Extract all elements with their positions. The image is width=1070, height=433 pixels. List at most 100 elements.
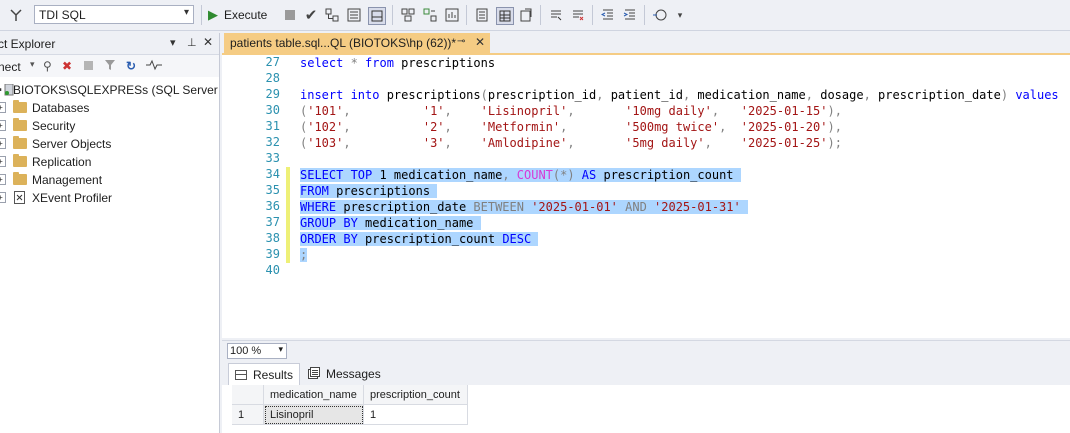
intellisense-icon[interactable] [422, 7, 438, 23]
folder-icon [13, 172, 27, 185]
expand-icon[interactable]: + [0, 138, 6, 149]
code-editor[interactable]: 27 28 29 30 31 32 33 34 35 36 37 38 39 4… [222, 55, 1070, 338]
line-number: 27 [265, 55, 280, 69]
pin-icon[interactable]: ⊥ [187, 36, 197, 49]
disconnect-icon[interactable]: ✖ [62, 59, 72, 73]
collapse-icon[interactable]: ▪ [0, 84, 2, 96]
tree-item-server-objects[interactable]: + Server Objects [0, 135, 219, 153]
toolbar-overflow-icon[interactable]: ▾ [672, 7, 688, 23]
line-number: 34 [265, 167, 280, 181]
pin-icon[interactable]: ⊸ [457, 36, 465, 47]
database-select[interactable]: TDI SQL ▾ [34, 5, 194, 24]
file-output-icon[interactable] [518, 7, 534, 23]
grid-corner[interactable] [232, 385, 264, 405]
folder-icon [13, 136, 27, 149]
line-number: 40 [265, 263, 280, 277]
code-line[interactable]: ('102', '2', 'Metformin', '500mg twice',… [300, 119, 842, 135]
tab-results[interactable]: Results [228, 363, 301, 386]
folder-icon [13, 100, 27, 113]
line-number-gutter: 27 28 29 30 31 32 33 34 35 36 37 38 39 4… [222, 55, 297, 338]
tree-item-replication[interactable]: + Replication [0, 153, 219, 171]
line-number: 29 [265, 87, 280, 101]
tree-item-label: Databases [32, 101, 90, 115]
tree-item-label: Server Objects [32, 137, 112, 151]
row-number[interactable]: 1 [232, 405, 264, 425]
stop-icon[interactable] [84, 59, 93, 73]
close-icon[interactable]: ✕ [475, 35, 485, 49]
code-line[interactable]: ('101', '1', 'Lisinopril', '10mg daily',… [300, 103, 842, 119]
code-line[interactable]: insert into prescriptions(prescription_i… [300, 87, 1059, 103]
line-number: 35 [265, 183, 280, 197]
sql-tools-icon[interactable] [8, 7, 24, 23]
dropdown-icon[interactable]: ▾ [170, 36, 176, 49]
code-line[interactable]: SELECT TOP 1 medication_name, COUNT(*) A… [300, 167, 741, 183]
execute-button[interactable]: ▶ Execute [208, 6, 267, 24]
filter-icon[interactable] [104, 59, 116, 74]
uncomment-icon[interactable] [570, 7, 586, 23]
close-icon[interactable]: ✕ [203, 35, 213, 49]
zoom-select[interactable]: 100 % ▾ [227, 343, 287, 359]
object-explorer-toolbar: nect ▾ ⚲ ✖ ↻ [0, 55, 219, 77]
code-line[interactable]: FROM prescriptions [300, 183, 438, 199]
play-icon: ▶ [208, 7, 218, 22]
outdent-icon[interactable] [600, 7, 616, 23]
expand-icon[interactable]: + [0, 192, 6, 203]
line-number: 38 [265, 231, 280, 245]
tree-item-management[interactable]: + Management [0, 171, 219, 189]
stop-icon[interactable] [282, 7, 298, 23]
code-line[interactable]: ; [300, 247, 308, 263]
tree-item-label: Security [32, 119, 76, 133]
column-header[interactable]: prescription_count [364, 385, 468, 405]
refresh-icon[interactable]: ↻ [126, 59, 136, 73]
specify-values-icon[interactable] [652, 7, 668, 23]
tree-item-label: Management [32, 173, 103, 187]
tree-item-xevent-profiler[interactable]: + XEvent Profiler [0, 189, 219, 207]
expand-icon[interactable]: + [0, 120, 6, 131]
tree-item-label: XEvent Profiler [32, 191, 113, 205]
code-line[interactable]: ORDER BY prescription_count DESC [300, 231, 539, 247]
execute-label: Execute [224, 8, 268, 22]
line-number: 36 [265, 199, 280, 213]
results-to-text-icon[interactable] [346, 7, 362, 23]
chevron-down-icon[interactable]: ▾ [30, 59, 35, 70]
results-to-grid-icon[interactable] [368, 7, 386, 25]
code-line[interactable]: WHERE prescription_date BETWEEN '2025-01… [300, 199, 748, 215]
connect-plug-icon[interactable]: ⚲ [43, 59, 52, 73]
tab-messages-label: Messages [326, 367, 381, 381]
tab-query-editor[interactable]: patients table.sql...QL (BIOTOKS\hp (62)… [224, 33, 490, 53]
line-number: 28 [265, 71, 280, 85]
activity-monitor-icon[interactable] [146, 59, 162, 74]
tree-item-security[interactable]: + Security [0, 117, 219, 135]
tree-item-server[interactable]: ▪ BIOTOKS\SQLEXPRESs (SQL Server 16.0 [0, 81, 244, 99]
code-line[interactable]: select * from prescriptions [300, 55, 495, 71]
expand-icon[interactable]: + [0, 174, 6, 185]
live-stats-icon[interactable] [444, 7, 460, 23]
display-plan-icon[interactable] [324, 7, 340, 23]
tree-item-databases[interactable]: + Databases [0, 99, 219, 117]
expand-icon[interactable]: + [0, 156, 6, 167]
chevron-down-icon: ▾ [183, 7, 189, 18]
code-line[interactable]: ('103', '3', 'Amlodipine', '5mg daily', … [300, 135, 842, 151]
grid-icon [235, 370, 247, 380]
tab-messages[interactable]: Messages [302, 363, 387, 385]
line-number: 39 [265, 247, 280, 261]
folder-icon [13, 118, 27, 131]
query-options-icon[interactable] [400, 7, 416, 23]
comment-icon[interactable] [548, 7, 564, 23]
code-line[interactable]: GROUP BY medication_name [300, 215, 481, 231]
chevron-down-icon: ▾ [278, 344, 283, 354]
zoom-value: 100 % [230, 345, 262, 357]
expand-icon[interactable]: + [0, 102, 6, 113]
indent-icon[interactable] [622, 7, 638, 23]
grid-cell[interactable]: Lisinopril [264, 405, 364, 425]
grid-mode-icon[interactable] [496, 7, 514, 25]
results-grid: medication_name prescription_count 1 Lis… [222, 385, 1070, 433]
parse-check-icon[interactable]: ✔ [303, 7, 319, 24]
profiler-icon [14, 191, 25, 207]
object-explorer-panel: ct Explorer ▾ ⊥ ✕ nect ▾ ⚲ ✖ ↻ ▪ BIOTOKS… [0, 33, 244, 433]
grid-cell[interactable]: 1 [364, 405, 468, 425]
results-file-icon[interactable] [474, 7, 490, 23]
column-header[interactable]: medication_name [264, 385, 364, 405]
connect-button[interactable]: nect [0, 60, 21, 74]
object-explorer-title: ct Explorer [0, 37, 56, 51]
